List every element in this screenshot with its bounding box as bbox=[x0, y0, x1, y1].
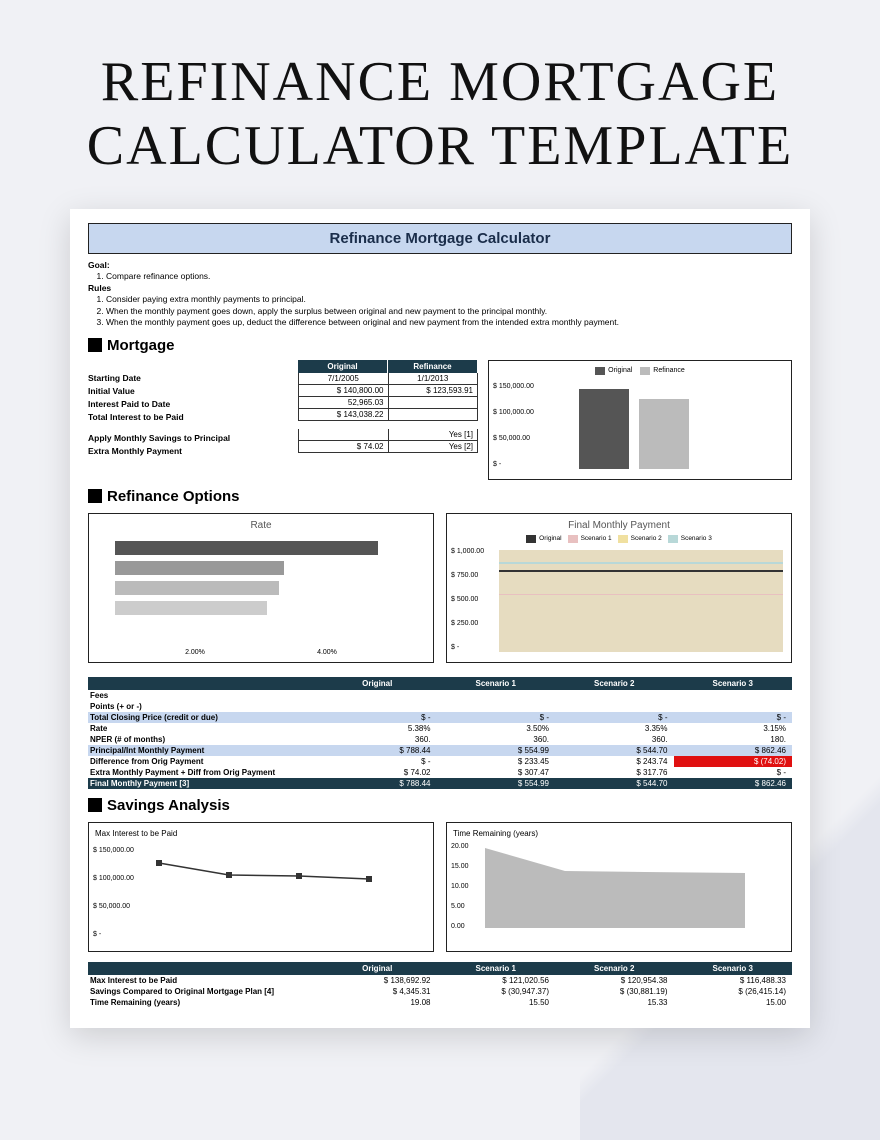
goal-rules-block: Goal: Compare refinance options. Rules C… bbox=[88, 260, 792, 329]
table-row: Time Remaining (years)19.0815.5015.3315.… bbox=[88, 997, 792, 1008]
table-row: Principal/Int Monthly Payment$ 788.44$ 5… bbox=[88, 745, 792, 756]
table-row: Difference from Orig Payment$ -$ 233.45$… bbox=[88, 756, 792, 767]
sheet-header: Refinance Mortgage Calculator bbox=[88, 223, 792, 254]
mortgage-labels: Starting Date Initial Value Interest Pai… bbox=[88, 360, 288, 480]
table-row: Savings Compared to Original Mortgage Pl… bbox=[88, 986, 792, 997]
table-row: Final Monthly Payment [3]$ 788.44$ 554.9… bbox=[88, 778, 792, 789]
mortgage-bar-chart: Original Refinance $ 150,000.00 $ 100,00… bbox=[488, 360, 792, 480]
max-interest-chart: Max Interest to be Paid $ 150,000.00 $ 1… bbox=[88, 822, 434, 952]
goal-label: Goal: bbox=[88, 260, 110, 270]
table-row: Rate5.38%3.50%3.35%3.15% bbox=[88, 723, 792, 734]
section-marker-icon bbox=[88, 798, 102, 812]
table-row: Fees bbox=[88, 690, 792, 701]
rule-item: Consider paying extra monthly payments t… bbox=[106, 294, 792, 305]
section-marker-icon bbox=[88, 489, 102, 503]
final-payment-chart: Final Monthly Payment Original Scenario … bbox=[446, 513, 792, 663]
table-row: NPER (# of months)360.360.360.180. bbox=[88, 734, 792, 745]
goal-item: Compare refinance options. bbox=[106, 271, 792, 282]
rule-item: When the monthly payment goes up, deduct… bbox=[106, 317, 792, 328]
table-row: Total Closing Price (credit or due)$ -$ … bbox=[88, 712, 792, 723]
scenario-table: Original Scenario 1 Scenario 2 Scenario … bbox=[88, 677, 792, 789]
time-remaining-chart: Time Remaining (years) 20.00 15.00 10.00… bbox=[446, 822, 792, 952]
section-title-mortgage: Mortgage bbox=[107, 337, 175, 354]
mortgage-table: OriginalRefinance 7/1/20051/1/2013 $ 140… bbox=[298, 360, 478, 480]
table-row: Extra Monthly Payment + Diff from Orig P… bbox=[88, 767, 792, 778]
table-row: Points (+ or -) bbox=[88, 701, 792, 712]
page-title: REFINANCE MORTGAGE CALCULATOR TEMPLATE bbox=[0, 0, 880, 209]
table-row: Max Interest to be Paid$ 138,692.92$ 121… bbox=[88, 975, 792, 986]
section-title-savings: Savings Analysis bbox=[107, 797, 230, 814]
section-marker-icon bbox=[88, 338, 102, 352]
section-title-options: Refinance Options bbox=[107, 488, 240, 505]
rule-item: When the monthly payment goes down, appl… bbox=[106, 306, 792, 317]
rules-label: Rules bbox=[88, 283, 111, 293]
savings-table: Original Scenario 1 Scenario 2 Scenario … bbox=[88, 962, 792, 1008]
template-sheet: Refinance Mortgage Calculator Goal: Comp… bbox=[70, 209, 810, 1028]
rate-chart: Rate 2.00%4.00% bbox=[88, 513, 434, 663]
